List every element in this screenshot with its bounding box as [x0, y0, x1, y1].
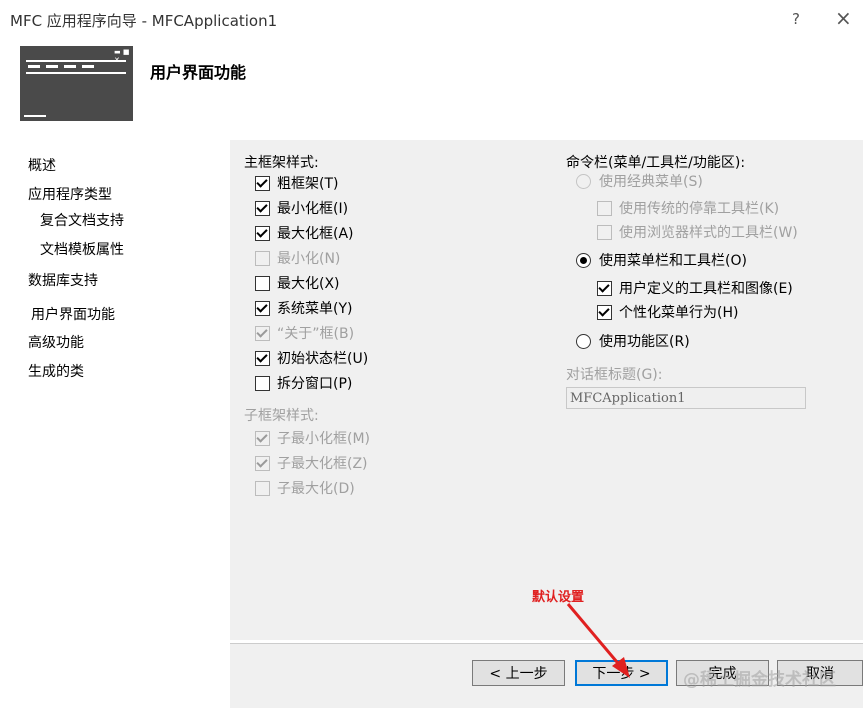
radio-unselected-icon	[576, 333, 591, 349]
checkbox-disabled-checked-icon	[255, 325, 270, 341]
sidebar-item-app-type[interactable]: 应用程序类型	[28, 184, 112, 204]
docking-toolbar-checkbox: 使用传统的停靠工具栏(K)	[597, 198, 779, 218]
close-button[interactable]: ×	[835, 6, 852, 30]
minimize-box-label: 最小化框(I)	[277, 201, 349, 217]
checkbox-disabled-icon	[597, 224, 612, 240]
checkbox-checked-icon	[255, 300, 270, 316]
checkbox-disabled-checked-icon	[255, 455, 270, 471]
split-window-label: 拆分窗口(P)	[277, 376, 353, 392]
docking-toolbar-label: 使用传统的停靠工具栏(K)	[619, 201, 780, 217]
ribbon-radio[interactable]: 使用功能区(R)	[576, 331, 690, 351]
sidebar-item-advanced[interactable]: 高级功能	[28, 332, 84, 352]
child-maximized-checkbox: 子最大化(D)	[255, 478, 355, 498]
command-bar-label: 命令栏(菜单/工具栏/功能区):	[566, 155, 746, 171]
user-toolbar-images-label: 用户定义的工具栏和图像(E)	[619, 281, 793, 297]
thick-frame-checkbox[interactable]: 粗框架(T)	[255, 173, 338, 193]
user-toolbar-images-checkbox[interactable]: 用户定义的工具栏和图像(E)	[597, 278, 793, 298]
menubar-toolbar-radio[interactable]: 使用菜单栏和工具栏(O)	[576, 250, 747, 270]
ribbon-label: 使用功能区(R)	[599, 334, 690, 350]
split-window-checkbox[interactable]: 拆分窗口(P)	[255, 373, 352, 393]
checkbox-unchecked-icon	[255, 275, 270, 291]
child-maximized-label: 子最大化(D)	[277, 481, 355, 497]
sidebar-item-generated-classes[interactable]: 生成的类	[28, 361, 84, 381]
checkbox-disabled-checked-icon	[255, 430, 270, 446]
annotation-arrow-icon	[566, 603, 630, 678]
checkbox-disabled-icon	[255, 250, 270, 266]
maximize-box-checkbox[interactable]: 最大化框(A)	[255, 223, 354, 243]
sidebar-item-compound-doc[interactable]: 复合文档支持	[40, 210, 124, 230]
browser-toolbar-checkbox: 使用浏览器样式的工具栏(W)	[597, 222, 798, 242]
checkbox-checked-icon	[597, 304, 612, 320]
about-box-checkbox: “关于”框(B)	[255, 323, 354, 343]
prev-button[interactable]: < 上一步	[472, 660, 565, 686]
about-box-label: “关于”框(B)	[277, 326, 355, 342]
initial-status-bar-label: 初始状态栏(U)	[277, 351, 369, 367]
page-title: 用户界面功能	[150, 63, 247, 82]
dialog-title-label: 对话框标题(G):	[566, 367, 663, 383]
checkbox-disabled-icon	[597, 200, 612, 216]
browser-toolbar-label: 使用浏览器样式的工具栏(W)	[619, 225, 798, 241]
watermark-text: @稀土掘金技术社区	[683, 670, 836, 690]
radio-selected-icon	[576, 252, 591, 268]
maximize-box-label: 最大化框(A)	[277, 226, 354, 242]
checkbox-checked-icon	[597, 280, 612, 296]
system-menu-checkbox[interactable]: 系统菜单(Y)	[255, 298, 352, 318]
personalized-menu-checkbox[interactable]: 个性化菜单行为(H)	[597, 302, 738, 322]
window-frame-icon: ▬ ■ ✕	[20, 46, 133, 121]
menubar-toolbar-label: 使用菜单栏和工具栏(O)	[599, 253, 747, 269]
initial-status-bar-checkbox[interactable]: 初始状态栏(U)	[255, 348, 368, 368]
child-minimize-box-label: 子最小化框(M)	[277, 431, 371, 447]
child-maximize-box-label: 子最大化框(Z)	[277, 456, 368, 472]
sidebar-item-database[interactable]: 数据库支持	[28, 270, 98, 290]
sidebar-item-overview[interactable]: 概述	[28, 155, 56, 175]
minimized-checkbox: 最小化(N)	[255, 248, 340, 268]
dialog-title-field: MFCApplication1	[566, 387, 806, 409]
personalized-menu-label: 个性化菜单行为(H)	[619, 305, 739, 321]
maximized-checkbox[interactable]: 最大化(X)	[255, 273, 340, 293]
classic-menu-label: 使用经典菜单(S)	[599, 174, 703, 190]
minimize-box-checkbox[interactable]: 最小化框(I)	[255, 198, 348, 218]
checkbox-disabled-icon	[255, 480, 270, 496]
sidebar-item-ui-features[interactable]: 用户界面功能	[31, 304, 115, 324]
main-frame-label: 主框架样式:	[244, 155, 319, 171]
checkbox-checked-icon	[255, 200, 270, 216]
child-minimize-box-checkbox: 子最小化框(M)	[255, 428, 370, 448]
checkbox-checked-icon	[255, 175, 270, 191]
window-title: MFC 应用程序向导 - MFCApplication1	[10, 12, 278, 30]
thick-frame-label: 粗框架(T)	[277, 176, 339, 192]
maximized-label: 最大化(X)	[277, 276, 340, 292]
system-menu-label: 系统菜单(Y)	[277, 301, 353, 317]
checkbox-unchecked-icon	[255, 375, 270, 391]
sidebar-item-doc-template[interactable]: 文档模板属性	[40, 239, 124, 259]
child-maximize-box-checkbox: 子最大化框(Z)	[255, 453, 368, 473]
radio-disabled-icon	[576, 173, 591, 189]
child-frame-label: 子框架样式:	[244, 408, 319, 424]
checkbox-checked-icon	[255, 225, 270, 241]
minimized-label: 最小化(N)	[277, 251, 341, 267]
checkbox-checked-icon	[255, 350, 270, 366]
help-button[interactable]: ?	[792, 10, 800, 28]
classic-menu-radio: 使用经典菜单(S)	[576, 171, 703, 191]
